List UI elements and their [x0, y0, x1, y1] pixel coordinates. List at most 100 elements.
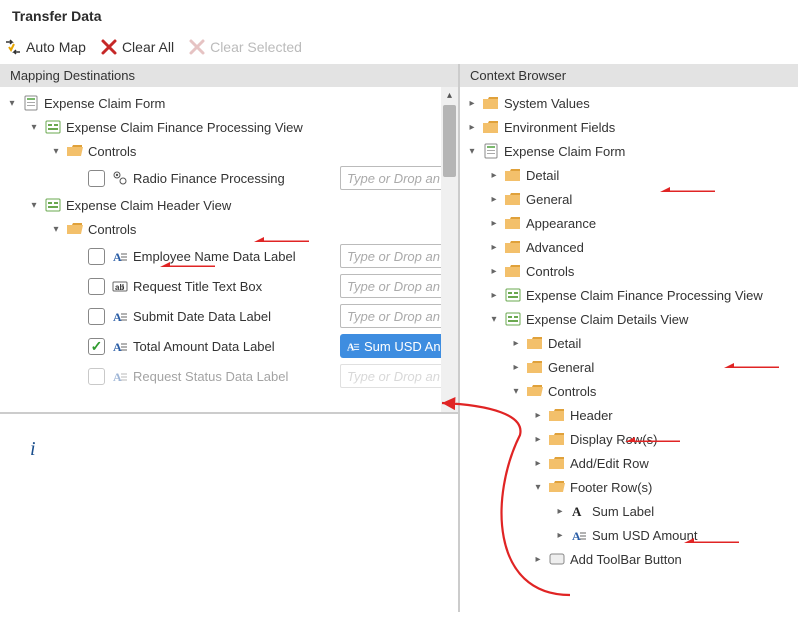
- toggle-collapsed-icon[interactable]: ▸: [488, 265, 500, 277]
- node-controls[interactable]: Controls: [88, 222, 136, 237]
- toggle-expanded-icon[interactable]: ▾: [510, 385, 522, 397]
- node-details-view[interactable]: Expense Claim Details View: [526, 312, 688, 327]
- node-advanced[interactable]: Advanced: [526, 240, 584, 255]
- checkbox[interactable]: [88, 368, 105, 385]
- node-finance-processing-view[interactable]: Expense Claim Finance Processing View: [526, 288, 763, 303]
- toggle-collapsed-icon[interactable]: ▸: [532, 409, 544, 421]
- checkbox[interactable]: [88, 248, 105, 265]
- toggle-expanded-icon[interactable]: ▾: [6, 97, 18, 109]
- view-icon: [504, 286, 522, 304]
- node-controls[interactable]: Controls: [88, 144, 136, 159]
- scroll-up-icon[interactable]: ▴: [441, 87, 458, 104]
- node-detail[interactable]: Detail: [526, 168, 559, 183]
- folder-icon: [482, 118, 500, 136]
- context-browser-panel: Context Browser ▸ System Values ▸ Enviro…: [460, 64, 798, 612]
- toggle-expanded-icon[interactable]: ▾: [488, 313, 500, 325]
- datalabel-icon: A: [111, 247, 129, 265]
- toggle-expanded-icon[interactable]: ▾: [28, 199, 40, 211]
- view-icon: [44, 118, 62, 136]
- node-header[interactable]: Header: [570, 408, 613, 423]
- view-icon: [44, 196, 62, 214]
- clear-all-label: Clear All: [122, 39, 174, 55]
- field-employee-name[interactable]: Employee Name Data Label: [133, 249, 336, 264]
- toggle-collapsed-icon[interactable]: ▸: [488, 169, 500, 181]
- info-icon: i: [30, 438, 36, 460]
- toggle-expanded-icon[interactable]: ▾: [532, 481, 544, 493]
- toggle-collapsed-icon[interactable]: ▸: [532, 433, 544, 445]
- toolbar: Auto Map Clear All Clear Selected: [0, 34, 798, 64]
- node-general[interactable]: General: [526, 192, 572, 207]
- form-icon: [22, 94, 40, 112]
- drop-target[interactable]: Type or Drop an: [340, 166, 452, 190]
- clear-selected-label: Clear Selected: [210, 39, 302, 55]
- field-request-status[interactable]: Request Status Data Label: [133, 369, 336, 384]
- toggle-collapsed-icon[interactable]: ▸: [510, 361, 522, 373]
- toggle-collapsed-icon[interactable]: ▸: [510, 337, 522, 349]
- scrollbar[interactable]: ▴ ▾: [441, 87, 458, 412]
- node-display-rows[interactable]: Display Row(s): [570, 432, 657, 447]
- drop-target[interactable]: Type or Drop an: [340, 244, 452, 268]
- node-add-toolbar-button[interactable]: Add ToolBar Button: [570, 552, 682, 567]
- mapped-token-sum-usd[interactable]: A Sum USD An: [340, 334, 452, 358]
- field-radio-finance-processing[interactable]: Radio Finance Processing: [133, 171, 336, 186]
- toggle-collapsed-icon[interactable]: ▸: [532, 457, 544, 469]
- toggle-expanded-icon[interactable]: ▾: [50, 223, 62, 235]
- toggle-expanded-icon[interactable]: ▾: [466, 145, 478, 157]
- folder-icon: [548, 406, 566, 424]
- node-finance-processing-view[interactable]: Expense Claim Finance Processing View: [66, 120, 303, 135]
- toggle-collapsed-icon[interactable]: ▸: [466, 121, 478, 133]
- left-tree[interactable]: ▾ Expense Claim Form ▾ Expense Claim Fin…: [0, 87, 458, 412]
- checkbox-checked[interactable]: [88, 338, 105, 355]
- node-controls[interactable]: Controls: [548, 384, 596, 399]
- right-tree[interactable]: ▸ System Values ▸ Environment Fields ▾ E…: [460, 87, 798, 612]
- toggle-collapsed-icon[interactable]: ▸: [488, 241, 500, 253]
- drop-target[interactable]: Type or Drop an: [340, 304, 452, 328]
- node-detail[interactable]: Detail: [548, 336, 581, 351]
- node-addedit-row[interactable]: Add/Edit Row: [570, 456, 649, 471]
- info-panel: i: [0, 412, 458, 612]
- field-total-amount[interactable]: Total Amount Data Label: [133, 339, 336, 354]
- toggle-collapsed-icon[interactable]: ▸: [488, 289, 500, 301]
- node-header-view[interactable]: Expense Claim Header View: [66, 198, 231, 213]
- toggle-collapsed-icon[interactable]: ▸: [532, 553, 544, 565]
- node-environment-fields[interactable]: Environment Fields: [504, 120, 615, 135]
- checkbox[interactable]: [88, 170, 105, 187]
- folder-icon: [526, 334, 544, 352]
- drop-target[interactable]: Type or Drop an: [340, 274, 452, 298]
- clear-all-button[interactable]: Clear All: [100, 38, 174, 56]
- toggle-collapsed-icon[interactable]: ▸: [488, 193, 500, 205]
- toggle-expanded-icon[interactable]: ▾: [28, 121, 40, 133]
- checkbox[interactable]: [88, 278, 105, 295]
- node-controls[interactable]: Controls: [526, 264, 574, 279]
- node-footer-rows[interactable]: Footer Row(s): [570, 480, 652, 495]
- node-appearance[interactable]: Appearance: [526, 216, 596, 231]
- toggle-expanded-icon[interactable]: ▾: [50, 145, 62, 157]
- folder-icon: [504, 262, 522, 280]
- automap-button[interactable]: Auto Map: [4, 38, 86, 56]
- node-sum-usd-amount[interactable]: Sum USD Amount: [592, 528, 698, 543]
- svg-text:A: A: [572, 529, 581, 543]
- svg-text:A: A: [113, 310, 122, 324]
- field-request-title[interactable]: Request Title Text Box: [133, 279, 336, 294]
- toggle-collapsed-icon[interactable]: ▸: [554, 505, 566, 517]
- scroll-down-icon[interactable]: ▾: [441, 395, 458, 412]
- clear-all-icon: [100, 38, 118, 56]
- drop-target[interactable]: Type or Drop an: [340, 364, 452, 388]
- view-icon: [504, 310, 522, 328]
- datalabel-icon: A: [111, 307, 129, 325]
- node-expense-claim-form[interactable]: Expense Claim Form: [504, 144, 625, 159]
- node-expense-claim-form[interactable]: Expense Claim Form: [44, 96, 165, 111]
- automap-label: Auto Map: [26, 39, 86, 55]
- folder-icon: [504, 166, 522, 184]
- context-browser-title: Context Browser: [460, 64, 798, 87]
- node-sum-label[interactable]: Sum Label: [592, 504, 654, 519]
- field-submit-date[interactable]: Submit Date Data Label: [133, 309, 336, 324]
- folder-icon: [482, 94, 500, 112]
- toggle-collapsed-icon[interactable]: ▸: [554, 529, 566, 541]
- toggle-collapsed-icon[interactable]: ▸: [488, 217, 500, 229]
- node-system-values[interactable]: System Values: [504, 96, 590, 111]
- scroll-thumb[interactable]: [443, 105, 456, 177]
- node-general[interactable]: General: [548, 360, 594, 375]
- checkbox[interactable]: [88, 308, 105, 325]
- toggle-collapsed-icon[interactable]: ▸: [466, 97, 478, 109]
